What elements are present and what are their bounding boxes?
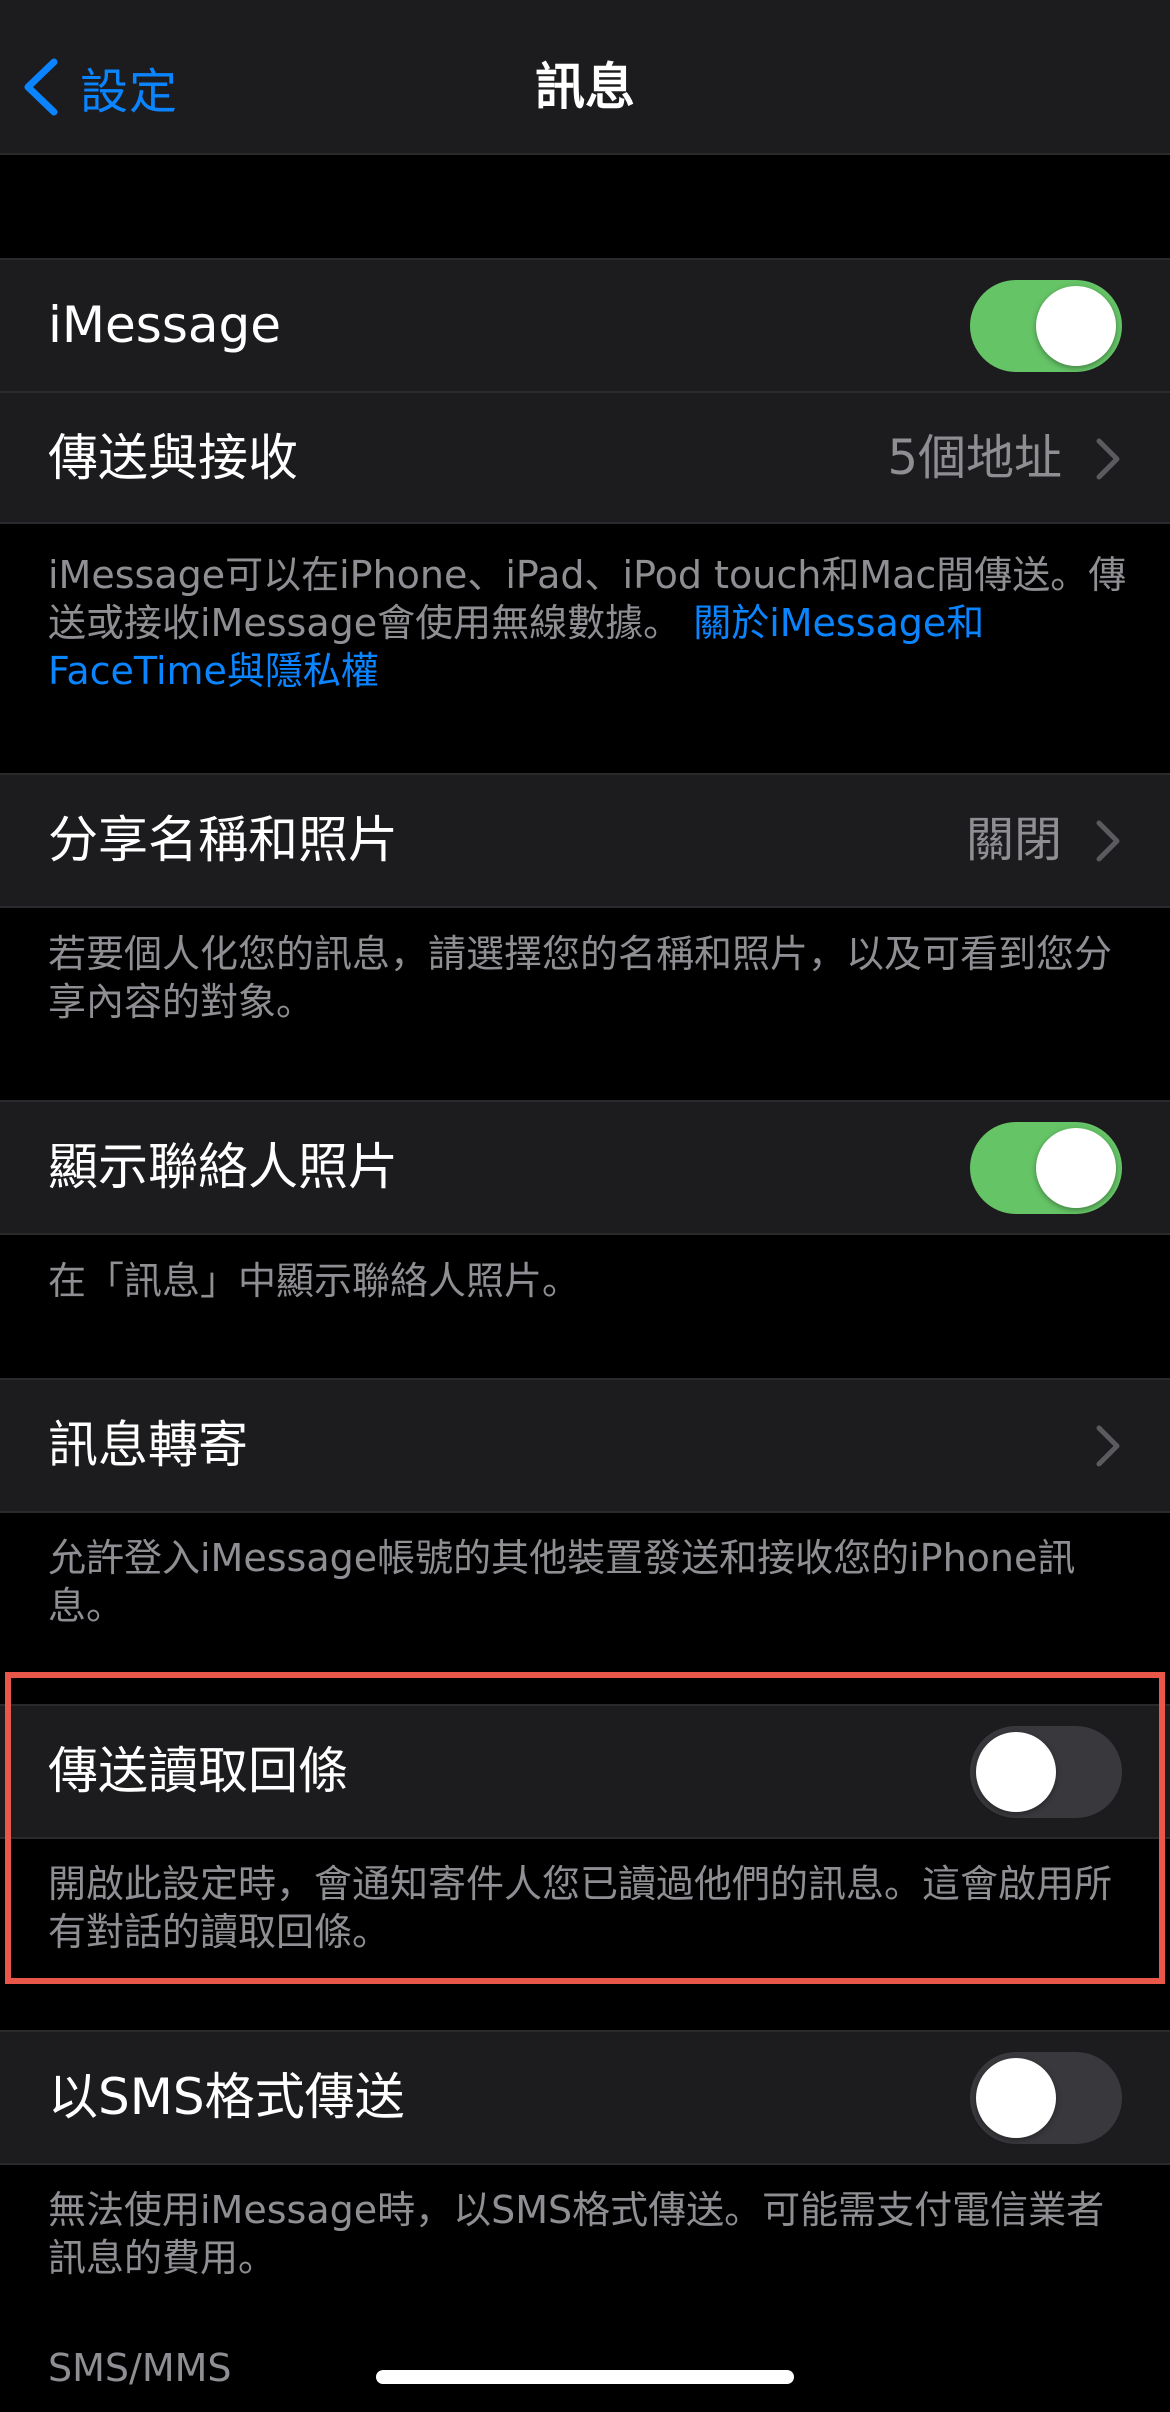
text-forwarding-footer: 允許登入iMessage帳號的其他裝置發送和接收您的iPhone訊息。 (48, 1536, 1076, 1628)
share-name-photo-row[interactable]: 分享名稱和照片 關閉 (0, 773, 1170, 908)
toggle-knob (1036, 286, 1116, 366)
navigation-bar: 設定 訊息 (0, 0, 1170, 155)
home-indicator[interactable] (376, 2370, 794, 2384)
sms-mms-section-header: SMS/MMS (48, 2346, 232, 2390)
text-forwarding-label: 訊息轉寄 (48, 1416, 248, 1474)
send-receive-row[interactable]: 傳送與接收 5個地址 (0, 391, 1170, 524)
show-contact-photos-footer: 在「訊息」中顯示聯絡人照片。 (48, 1259, 581, 1303)
show-contact-photos-label: 顯示聯絡人照片 (48, 1138, 398, 1196)
imessage-footer: iMessage可以在iPhone、iPad、iPod touch和Mac間傳送… (48, 551, 1128, 695)
send-as-sms-toggle[interactable] (970, 2052, 1122, 2144)
read-receipts-toggle[interactable] (970, 1726, 1122, 1818)
toggle-knob (976, 1732, 1056, 1812)
page-title: 訊息 (535, 58, 635, 116)
send-as-sms-footer: 無法使用iMessage時，以SMS格式傳送。可能需支付電信業者訊息的費用。 (48, 2188, 1105, 2280)
share-name-photo-value: 關閉 (965, 812, 1062, 868)
text-forwarding-row[interactable]: 訊息轉寄 (0, 1378, 1170, 1513)
imessage-toggle[interactable] (970, 280, 1122, 372)
show-contact-photos-toggle[interactable] (970, 1122, 1122, 1214)
chevron-right-icon (1096, 820, 1120, 862)
imessage-label: iMessage (48, 296, 282, 354)
read-receipts-row: 傳送讀取回條 (0, 1704, 1170, 1839)
read-receipts-footer: 開啟此設定時，會通知寄件人您已讀過他們的訊息。這會啟用所有對話的讀取回條。 (48, 1862, 1113, 1954)
toggle-knob (976, 2058, 1056, 2138)
imessage-row: iMessage (0, 258, 1170, 391)
show-contact-photos-row: 顯示聯絡人照片 (0, 1100, 1170, 1235)
chevron-right-icon (1096, 1425, 1120, 1467)
send-receive-label: 傳送與接收 (48, 429, 298, 487)
share-name-photo-label: 分享名稱和照片 (48, 811, 398, 869)
send-as-sms-row: 以SMS格式傳送 (0, 2030, 1170, 2165)
share-name-photo-footer: 若要個人化您的訊息，請選擇您的名稱和照片，以及可看到您分享內容的對象。 (48, 932, 1113, 1024)
send-receive-value: 5個地址 (887, 430, 1062, 486)
toggle-knob (1036, 1128, 1116, 1208)
read-receipts-label: 傳送讀取回條 (48, 1742, 348, 1800)
send-as-sms-label: 以SMS格式傳送 (48, 2068, 405, 2126)
chevron-right-icon (1096, 438, 1120, 480)
